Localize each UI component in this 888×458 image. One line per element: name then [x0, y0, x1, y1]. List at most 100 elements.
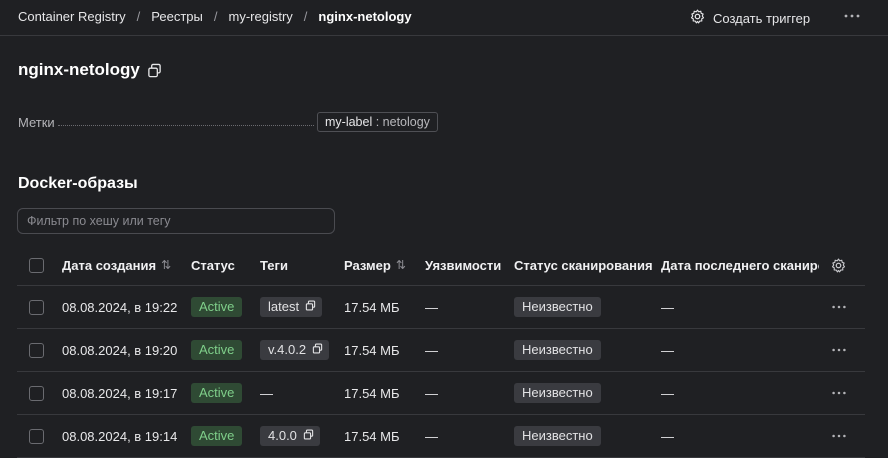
copy-icon[interactable]	[297, 426, 314, 446]
last-scan-cell: —	[661, 299, 674, 315]
sort-icon[interactable]: ⇅	[396, 258, 406, 272]
size-cell: 17.54 МБ	[344, 299, 400, 315]
label-value: netology	[382, 115, 430, 129]
tag-label: latest	[268, 299, 300, 314]
breadcrumb-my-registry[interactable]: my-registry	[229, 9, 293, 24]
filter-input[interactable]	[17, 208, 335, 234]
row-checkbox[interactable]	[29, 385, 44, 401]
created-cell: 08.08.2024, в 19:17	[62, 385, 178, 401]
copy-icon[interactable]	[147, 63, 162, 81]
table-row[interactable]: 08.08.2024, в 19:20 Active v.4.0.2 17.54…	[17, 329, 865, 372]
column-vulnerabilities: Уязвимости	[425, 257, 502, 273]
select-all-checkbox-cell	[29, 245, 44, 285]
scan-status-cell: Неизвестно	[514, 415, 601, 457]
copy-icon[interactable]	[299, 297, 316, 317]
dotted-leader	[58, 125, 314, 126]
create-trigger-label: Создать триггер	[713, 10, 811, 26]
status-cell: Active	[191, 415, 243, 457]
breadcrumb-current-repository: nginx-netology	[318, 9, 412, 24]
breadcrumb: Container Registry / Реестры / my-regist…	[18, 9, 412, 24]
last-scan-cell: —	[661, 428, 674, 444]
breadcrumb-separator: /	[213, 9, 218, 24]
row-checkbox-cell	[29, 372, 44, 414]
page-title: nginx-netology	[18, 60, 140, 79]
label-key: my-label	[325, 115, 373, 129]
column-tags: Теги	[260, 257, 288, 273]
table-settings-icon[interactable]	[831, 245, 846, 285]
row-checkbox[interactable]	[29, 428, 44, 444]
table-row[interactable]: 08.08.2024, в 19:22 Active latest 17.54 …	[17, 286, 865, 329]
column-status: Статус	[191, 257, 235, 273]
row-checkbox[interactable]	[29, 299, 44, 315]
created-cell: 08.08.2024, в 19:14	[62, 428, 178, 444]
column-size-label: Размер	[344, 257, 391, 273]
tag-label: 4.0.0	[268, 428, 297, 443]
status-cell: Active	[191, 286, 243, 328]
tags-cell: v.4.0.2	[260, 329, 330, 371]
labels-caption: Метки	[18, 115, 55, 130]
status-badge: Active	[191, 383, 243, 403]
column-created[interactable]: Дата создания ⇅	[62, 245, 171, 285]
tag-pill: v.4.0.2	[260, 340, 330, 360]
size-cell: 17.54 МБ	[344, 342, 400, 358]
status-badge: Active	[191, 426, 243, 446]
more-horizontal-icon[interactable]	[842, 6, 862, 26]
row-more-icon[interactable]	[830, 415, 848, 457]
size-cell: 17.54 МБ	[344, 385, 400, 401]
created-cell: 08.08.2024, в 19:22	[62, 299, 178, 315]
scan-status-badge: Неизвестно	[514, 340, 601, 360]
row-checkbox-cell	[29, 286, 44, 328]
size-cell: 17.54 МБ	[344, 428, 400, 444]
table-header: Дата создания ⇅ Статус Теги Размер ⇅ Уязви…	[17, 245, 865, 286]
status-badge: Active	[191, 297, 243, 317]
vulns-cell: —	[425, 299, 438, 315]
status-cell: Active	[191, 329, 243, 371]
scan-status-badge: Неизвестно	[514, 297, 601, 317]
breadcrumb-registries[interactable]: Реестры	[151, 9, 203, 24]
scan-status-badge: Неизвестно	[514, 426, 601, 446]
vulns-cell: —	[425, 385, 438, 401]
tag-label: v.4.0.2	[268, 342, 307, 357]
tag-pill: latest	[260, 297, 323, 317]
breadcrumb-separator: /	[136, 9, 141, 24]
scan-status-badge: Неизвестно	[514, 383, 601, 403]
last-scan-cell: —	[661, 385, 674, 401]
row-checkbox-cell	[29, 329, 44, 371]
created-cell: 08.08.2024, в 19:20	[62, 342, 178, 358]
tags-cell: latest	[260, 286, 323, 328]
breadcrumb-container-registry[interactable]: Container Registry	[18, 9, 126, 24]
row-more-icon[interactable]	[830, 329, 848, 371]
table-row[interactable]: 08.08.2024, в 19:17 Active — 17.54 МБ — …	[17, 372, 865, 415]
status-badge: Active	[191, 340, 243, 360]
vulns-cell: —	[425, 342, 438, 358]
select-all-checkbox[interactable]	[29, 257, 44, 273]
copy-icon[interactable]	[306, 340, 323, 360]
column-scan-status: Статус сканирования	[514, 257, 653, 273]
scan-status-cell: Неизвестно	[514, 372, 601, 414]
last-scan-cell: —	[661, 342, 674, 358]
gear-icon	[690, 9, 713, 27]
label-separator: :	[372, 115, 383, 129]
images-table: Дата создания ⇅ Статус Теги Размер ⇅ Уязви…	[17, 245, 865, 458]
section-title: Docker-образы	[18, 175, 138, 192]
row-more-icon[interactable]	[830, 372, 848, 414]
row-more-icon[interactable]	[830, 286, 848, 328]
label-chip: my-label : netology	[317, 112, 438, 132]
tags-cell: 4.0.0	[260, 415, 320, 457]
scan-status-cell: Неизвестно	[514, 286, 601, 328]
scan-status-cell: Неизвестно	[514, 329, 601, 371]
tags-cell: —	[260, 385, 273, 401]
row-checkbox-cell	[29, 415, 44, 457]
top-bar: Container Registry / Реестры / my-regist…	[0, 0, 888, 36]
breadcrumb-separator: /	[303, 9, 308, 24]
status-cell: Active	[191, 372, 243, 414]
row-checkbox[interactable]	[29, 342, 44, 358]
column-created-label: Дата создания	[62, 257, 157, 273]
table-row[interactable]: 08.08.2024, в 19:14 Active 4.0.0 17.54 М…	[17, 415, 865, 458]
sort-icon[interactable]: ⇅	[161, 258, 171, 272]
tag-pill: 4.0.0	[260, 426, 320, 446]
vulns-cell: —	[425, 428, 438, 444]
create-trigger-button[interactable]: Создать триггер	[690, 9, 810, 27]
column-last-scan: Дата последнего сканирования	[661, 257, 819, 273]
column-size[interactable]: Размер ⇅	[344, 245, 406, 285]
